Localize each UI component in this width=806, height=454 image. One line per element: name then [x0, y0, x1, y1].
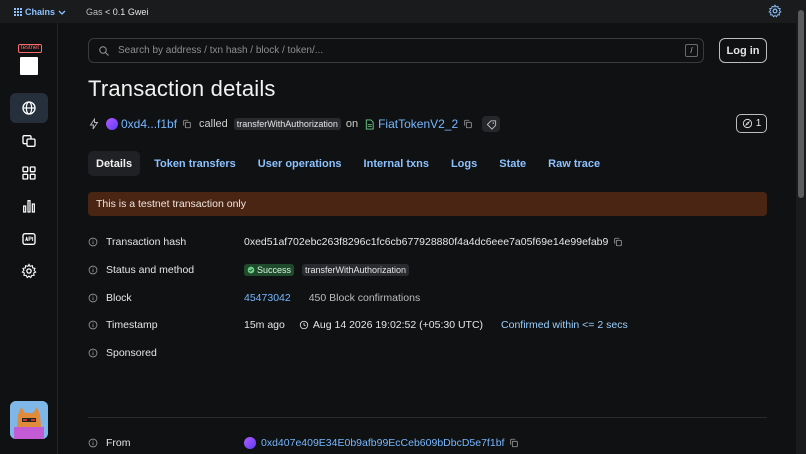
chevron-down-icon [58, 10, 66, 15]
sidebar: testnet [0, 23, 58, 454]
info-icon[interactable] [88, 265, 98, 275]
lightning-icon [89, 118, 99, 130]
search-placeholder[interactable]: Search by address / txn hash / block / t… [118, 45, 323, 56]
confirmed-within: Confirmed within <= 2 secs [501, 319, 628, 331]
detail-row-from: From 0xd407e409E34E0b9afb99EcCeb609bDbcD… [88, 435, 524, 451]
apps-icon [22, 166, 36, 180]
timestamp-value: 15m ago Aug 14 2026 19:02:52 (+05:30 UTC… [244, 319, 628, 331]
block-confirmations: 450 Block confirmations [308, 292, 421, 304]
gas-value: < 0.1 Gwei [105, 6, 149, 17]
copy-icon[interactable] [509, 438, 519, 448]
time-ago: 15m ago [244, 319, 285, 331]
address-avatar [244, 437, 256, 449]
block-label: Block [106, 292, 132, 304]
info-icon[interactable] [88, 320, 98, 330]
sidebar-item-blockchain[interactable] [10, 93, 48, 123]
tab-internal-txns[interactable]: Internal txns [356, 151, 437, 176]
gear-icon [21, 263, 37, 279]
tx-hash: 0xed51af702ebc263f8296c1fc6cb677928880f4… [244, 236, 609, 248]
grid-icon [14, 7, 22, 16]
tab-raw-trace[interactable]: Raw trace [540, 151, 608, 176]
tx-summary: 0xd4...f1bf called transferWithAuthoriza… [88, 115, 501, 133]
scrollbar-thumb[interactable] [798, 10, 804, 198]
contract-link[interactable]: FiatTokenV2_2 [378, 117, 458, 131]
chains-menu[interactable]: Chains [14, 7, 66, 17]
tokens-icon [22, 135, 36, 147]
sidebar-item-api[interactable] [10, 224, 48, 254]
from-value: 0xd407e409E34E0b9afb99EcCeb609bDbcD5e7f1… [244, 437, 524, 449]
testnet-warning-banner: This is a testnet transaction only [88, 192, 767, 216]
sidebar-item-settings[interactable] [10, 256, 48, 286]
status-badge: Success [244, 264, 295, 276]
sidebar-item-charts[interactable] [10, 191, 48, 221]
search-bar[interactable]: Search by address / txn hash / block / t… [88, 38, 704, 63]
counter-value: 1 [755, 118, 762, 129]
user-avatar[interactable] [10, 401, 48, 439]
chains-label: Chains [25, 6, 56, 17]
status-label: Status and method [106, 264, 195, 276]
tab-details[interactable]: Details [88, 151, 141, 176]
check-circle-icon [247, 266, 255, 274]
method-chip: transferWithAuthorization [233, 118, 341, 130]
info-icon[interactable] [88, 237, 98, 247]
globe-icon [22, 101, 36, 115]
top-bar: Chains Gas < 0.1 Gwei [0, 0, 796, 23]
from-address-short[interactable]: 0xd4...f1bf [121, 117, 177, 131]
gas-price: Gas < 0.1 Gwei [86, 7, 148, 17]
interpretation-counter[interactable]: 1 [736, 114, 767, 133]
tab-token-transfers[interactable]: Token transfers [146, 151, 244, 176]
copy-icon[interactable] [182, 119, 192, 129]
copy-icon[interactable] [613, 237, 623, 247]
scrollbar-track[interactable] [796, 0, 806, 454]
sponsored-label: Sponsored [106, 347, 157, 359]
from-address-link[interactable]: 0xd407e409E34E0b9afb99EcCeb609bDbcD5e7f1… [261, 437, 504, 449]
info-icon[interactable] [88, 293, 98, 303]
settings-gear-icon[interactable] [768, 4, 782, 18]
tab-logs[interactable]: Logs [443, 151, 485, 176]
clock-icon [299, 320, 309, 330]
api-icon [22, 233, 36, 245]
detail-row-sponsored: Sponsored [88, 345, 244, 361]
tab-user-operations[interactable]: User operations [250, 151, 350, 176]
called-label: called [199, 118, 228, 130]
sidebar-item-apps[interactable] [10, 158, 48, 188]
detail-row-hash: Transaction hash 0xed51af702ebc263f8296c… [88, 234, 628, 250]
tab-state[interactable]: State [491, 151, 534, 176]
status-text: Success [257, 265, 292, 275]
login-button[interactable]: Log in [719, 38, 767, 63]
add-tag-button[interactable] [482, 116, 501, 132]
sidebar-item-tokens[interactable] [10, 126, 48, 156]
section-divider [88, 417, 767, 418]
hash-label: Transaction hash [106, 236, 187, 248]
bar-chart-icon [23, 200, 35, 213]
hash-value: 0xed51af702ebc263f8296c1fc6cb677928880f4… [244, 236, 628, 248]
status-value: Success transferWithAuthorization [244, 264, 410, 276]
method-badge: transferWithAuthorization [302, 264, 410, 276]
app-logo[interactable] [20, 57, 38, 75]
on-label: on [345, 118, 359, 130]
tab-bar: Details Token transfers User operations … [88, 151, 614, 176]
gas-label: Gas [86, 6, 103, 17]
search-icon [99, 45, 109, 56]
search-shortcut-key: / [685, 44, 698, 57]
block-value: 45473042 450 Block confirmations [244, 292, 420, 304]
from-label: From [106, 437, 131, 449]
address-avatar [106, 118, 118, 130]
datetime: Aug 14 2026 19:02:52 (+05:30 UTC) [312, 319, 484, 331]
contract-file-icon [365, 118, 374, 130]
info-icon[interactable] [88, 438, 98, 448]
page-title: Transaction details [88, 76, 276, 101]
tag-icon [486, 119, 496, 130]
compass-icon [742, 118, 752, 129]
detail-row-block: Block 45473042 450 Block confirmations [88, 290, 420, 306]
detail-row-status: Status and method Success transferWithAu… [88, 262, 410, 278]
detail-row-timestamp: Timestamp 15m ago Aug 14 2026 19:02:52 (… [88, 317, 628, 333]
cat-avatar-icon [10, 401, 48, 439]
info-icon[interactable] [88, 348, 98, 358]
timestamp-label: Timestamp [106, 319, 158, 331]
testnet-badge: testnet [18, 44, 43, 53]
block-link[interactable]: 45473042 [244, 292, 291, 304]
copy-icon[interactable] [463, 119, 473, 129]
